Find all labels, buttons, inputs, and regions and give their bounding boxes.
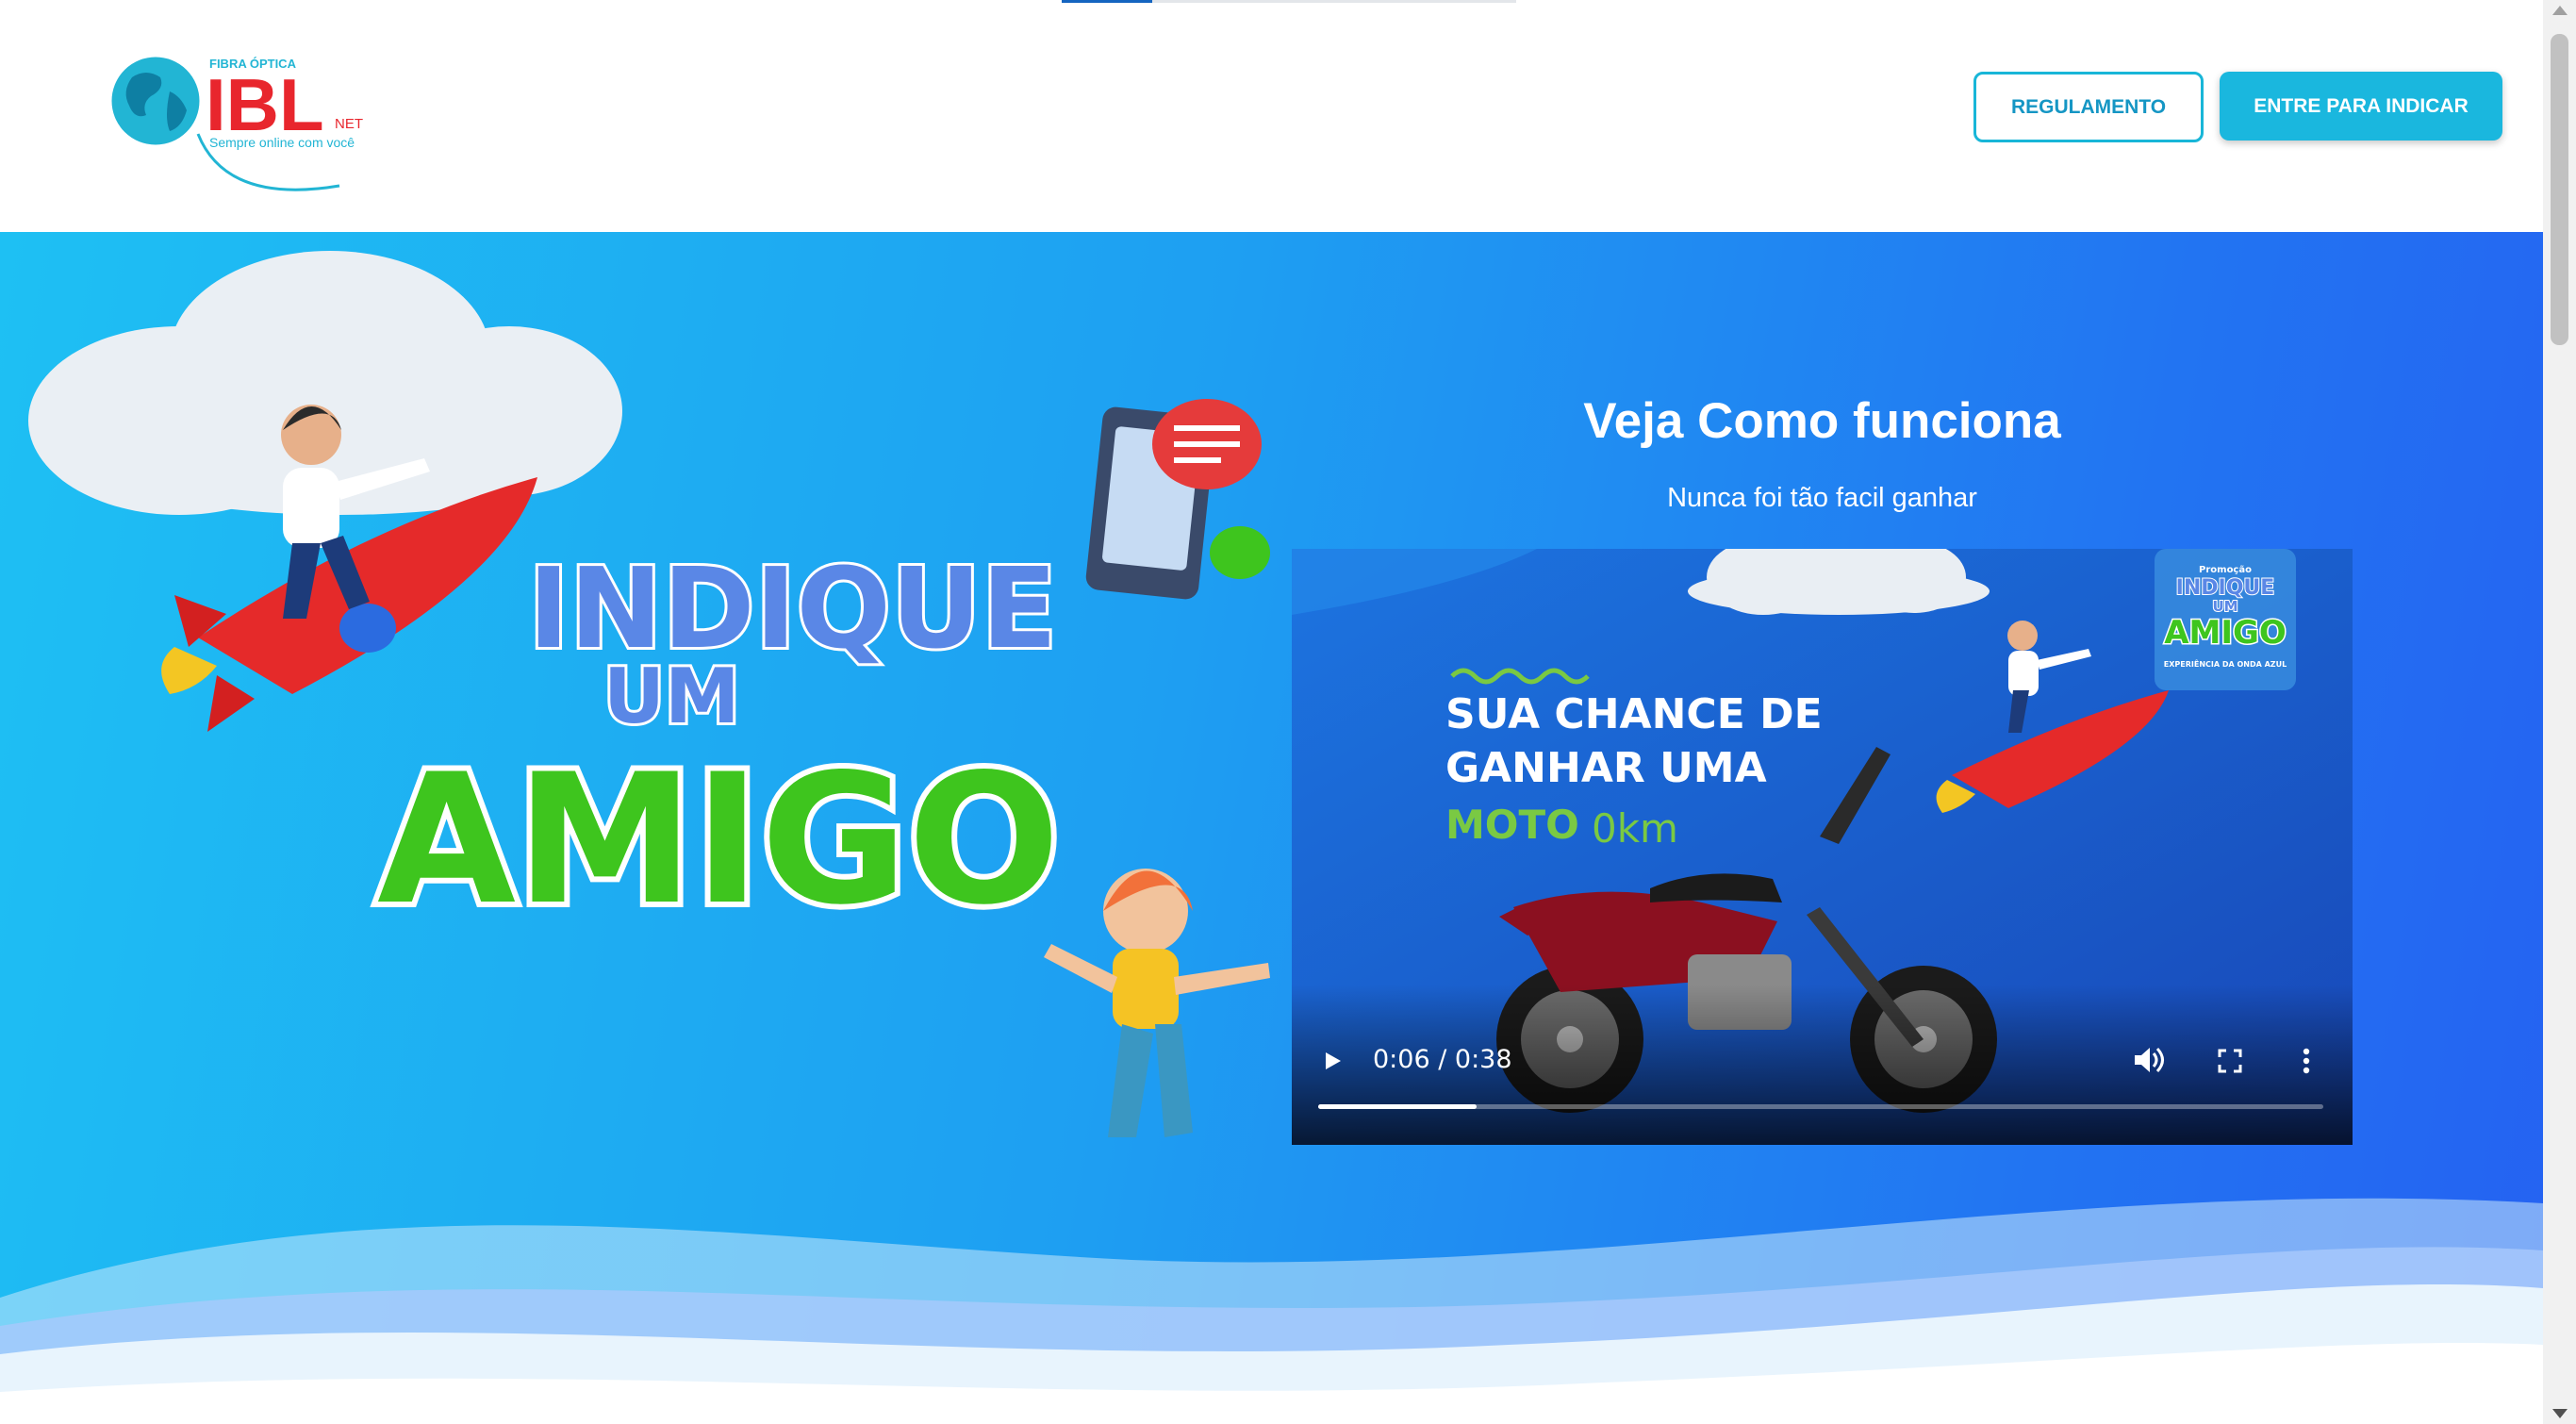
- regulamento-button[interactable]: REGULAMENTO: [1973, 72, 2204, 142]
- video-text-line1: SUA CHANCE DE: [1445, 690, 1823, 738]
- scroll-thumb[interactable]: [2551, 34, 2568, 345]
- play-icon[interactable]: [1318, 1045, 1346, 1077]
- phone-chat-icon: [1085, 399, 1270, 600]
- more-vert-icon[interactable]: [2297, 1045, 2316, 1077]
- video-progress-track[interactable]: [1318, 1104, 2323, 1109]
- logo-slogan: Sempre online com você: [209, 135, 355, 150]
- entre-para-indicar-button[interactable]: ENTRE PARA INDICAR: [2220, 72, 2502, 141]
- scroll-up-arrow-icon[interactable]: [2552, 6, 2568, 15]
- site-header: FIBRA ÓPTICA IBL NET Sempre online com v…: [0, 0, 2543, 232]
- campaign-line-amigo: AMIGO: [377, 736, 1060, 944]
- campaign-line-um: UM: [603, 653, 740, 740]
- video-cloud-icon: [1688, 549, 1990, 615]
- logo-suffix: NET: [335, 116, 363, 132]
- page-scrollbar[interactable]: [2543, 0, 2576, 1424]
- hero-section: INDIQUE UM AMIGO Veja Como funciona Nunc…: [0, 232, 2543, 1424]
- indique-um-amigo-artwork: INDIQUE UM AMIGO: [28, 251, 1270, 1137]
- video-progress-fill: [1318, 1104, 1478, 1109]
- badge-line1: INDIQUE: [2176, 576, 2275, 600]
- video-text-moto: MOTO: [1445, 802, 1579, 848]
- girl-character: [1044, 869, 1270, 1137]
- logo-brand: IBL: [206, 63, 324, 146]
- page: FIBRA ÓPTICA IBL NET Sempre online com v…: [0, 0, 2543, 1424]
- badge-top: Promoção: [2199, 565, 2252, 575]
- badge-line3: AMIGO: [2164, 614, 2287, 652]
- badge-bottom: EXPERIÊNCIA DA ONDA AZUL: [2164, 658, 2287, 669]
- ibl-logo[interactable]: FIBRA ÓPTICA IBL NET Sempre online com v…: [104, 49, 377, 195]
- scroll-down-arrow-icon[interactable]: [2552, 1409, 2568, 1418]
- promo-badge: Promoção INDIQUE UM AMIGO EXPERIÊNCIA DA…: [2155, 549, 2296, 690]
- fullscreen-icon[interactable]: [2214, 1045, 2246, 1077]
- hero-title: Veja Como funciona: [1583, 393, 2061, 449]
- hero-subtitle: Nunca foi tão facil ganhar: [1667, 483, 1977, 513]
- page-load-progress-fill: [1062, 0, 1152, 3]
- video-time-display: 0:06 / 0:38: [1373, 1045, 1512, 1074]
- badge-line2: UM: [2212, 598, 2237, 615]
- video-text-0km: 0km: [1592, 805, 1678, 852]
- volume-icon[interactable]: [2129, 1043, 2167, 1077]
- video-text-line2: GANHAR UMA: [1445, 744, 1767, 792]
- video-player[interactable]: Promoção INDIQUE UM AMIGO EXPERIÊNCIA DA…: [1292, 549, 2353, 1145]
